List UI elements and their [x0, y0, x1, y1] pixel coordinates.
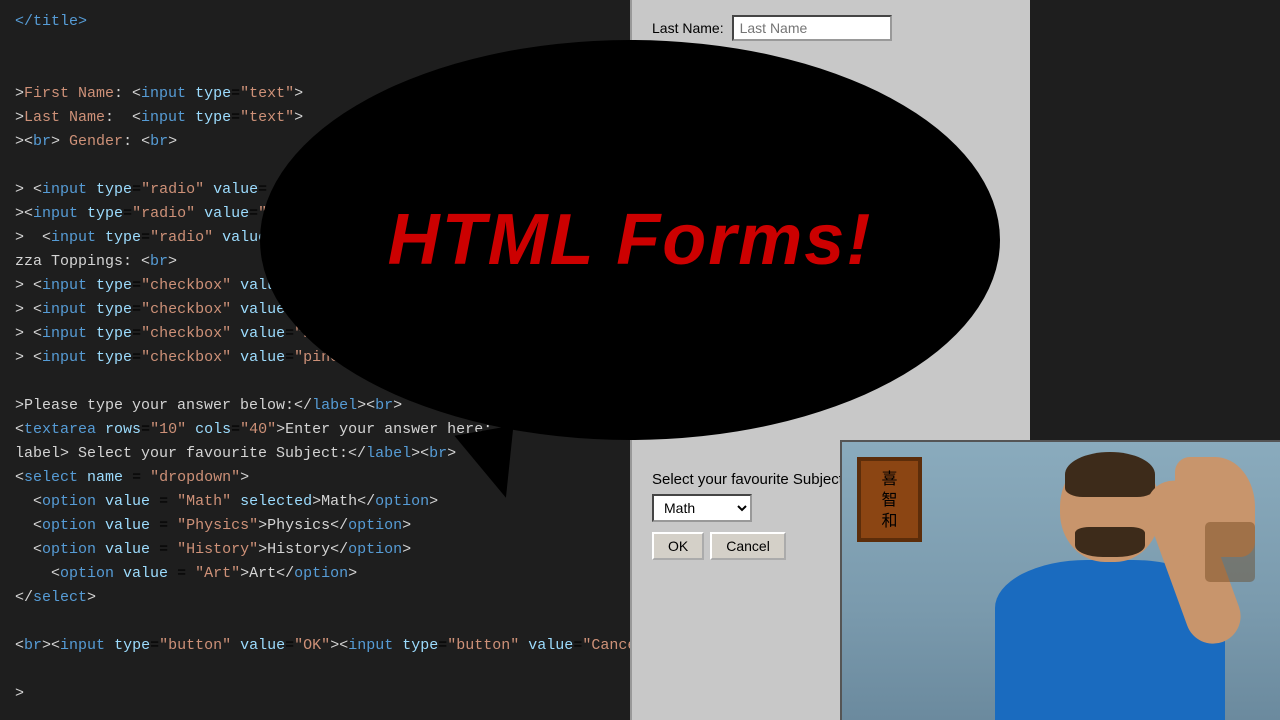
last-name-input[interactable] [732, 15, 892, 41]
kanji-2: 智 [881, 490, 897, 509]
speech-bubble: HTML Forms! [260, 40, 1000, 440]
cancel-button[interactable]: Cancel [710, 532, 786, 560]
person-hair [1065, 452, 1155, 497]
subject-select[interactable]: Math Physics History Art [652, 494, 752, 522]
last-name-label: Last Name: [652, 20, 724, 36]
kanji-1: 喜 [881, 469, 897, 488]
bubble-text: HTML Forms! [388, 199, 873, 281]
webcam-area: 喜 智 和 [840, 440, 1280, 720]
last-name-row: Last Name: [652, 15, 1010, 41]
kanji-3: 和 [881, 511, 897, 530]
arm-tattoo [1205, 522, 1255, 582]
person-beard [1075, 527, 1145, 557]
ok-button[interactable]: OK [652, 532, 704, 560]
picture-frame: 喜 智 和 [857, 457, 922, 542]
